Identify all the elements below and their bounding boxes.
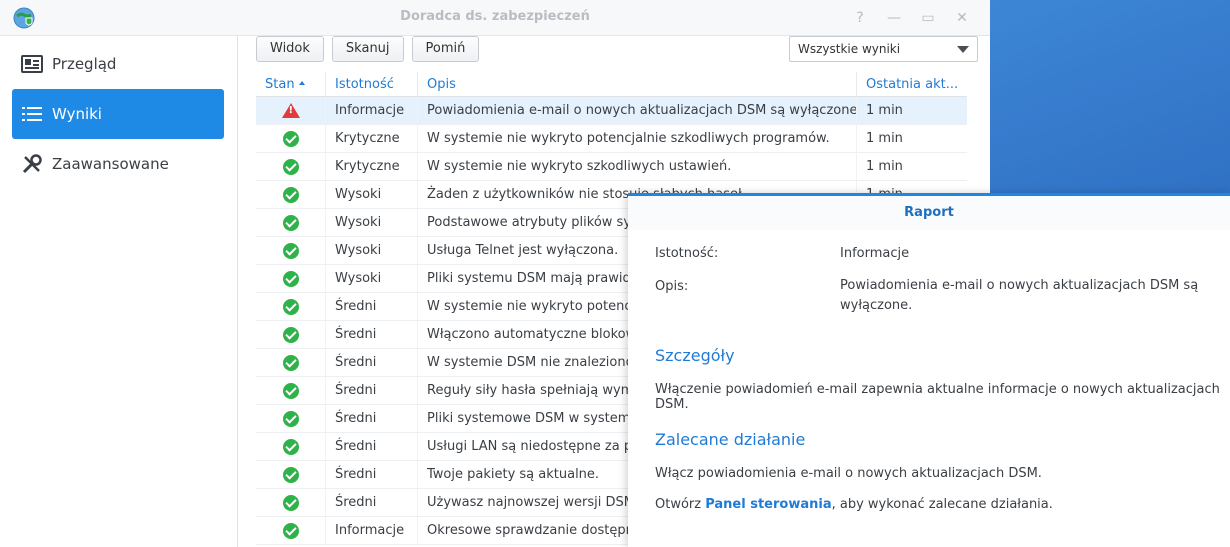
- sidebar-item-overview[interactable]: Przegląd: [12, 39, 224, 89]
- sidebar-item-label: Wyniki: [52, 105, 102, 123]
- severity-value: Informacje: [840, 246, 910, 261]
- skip-button[interactable]: Pomiń: [411, 36, 480, 62]
- severity-cell: Średni: [326, 293, 418, 320]
- ok-check-icon: [282, 298, 299, 315]
- ok-check-icon: [282, 242, 299, 259]
- severity-cell: Średni: [326, 405, 418, 432]
- description-label: Opis:: [655, 279, 689, 294]
- table-row[interactable]: InformacjePowiadomienia e-mail o nowych …: [256, 97, 967, 125]
- column-header-status[interactable]: Stan: [256, 72, 326, 96]
- severity-cell: Krytyczne: [326, 125, 418, 152]
- severity-cell: Średni: [326, 349, 418, 376]
- column-header-severity[interactable]: Istotność: [326, 72, 418, 96]
- view-button[interactable]: Widok: [256, 36, 324, 62]
- toolbar: Widok Skanuj Pomiń: [256, 36, 480, 62]
- control-panel-link[interactable]: Panel sterowania: [705, 497, 831, 512]
- ok-check-icon: [282, 214, 299, 231]
- chevron-down-icon: [957, 46, 969, 53]
- severity-cell: Informacje: [326, 517, 418, 544]
- ok-check-icon: [282, 326, 299, 343]
- recommended-action-text: Włącz powiadomienia e-mail o nowych aktu…: [655, 466, 1042, 481]
- ok-check-icon: [282, 158, 299, 175]
- severity-cell: Krytyczne: [326, 153, 418, 180]
- recommended-action-heading: Zalecane działanie: [655, 430, 806, 449]
- ok-check-icon: [282, 186, 299, 203]
- severity-cell: Średni: [326, 489, 418, 516]
- severity-cell: Średni: [326, 461, 418, 488]
- results-filter-select[interactable]: Wszystkie wyniki: [789, 36, 978, 62]
- close-icon[interactable]: ✕: [952, 9, 972, 27]
- last-check-cell: 1 min: [866, 159, 903, 174]
- window-title: Doradca ds. zabezpieczeń: [400, 9, 590, 24]
- sidebar-item-advanced[interactable]: Zaawansowane: [12, 139, 224, 189]
- severity-cell: Średni: [326, 321, 418, 348]
- severity-cell: Średni: [326, 433, 418, 460]
- column-header-description[interactable]: Opis: [418, 72, 857, 96]
- description-cell: Powiadomienia e-mail o nowych aktualizac…: [418, 97, 857, 124]
- table-header: Stan Istotność Opis Ostatnia akt...: [256, 72, 967, 97]
- severity-cell: Informacje: [326, 97, 418, 124]
- title-bar[interactable]: Doradca ds. zabezpieczeń ? — ▭ ✕: [0, 0, 990, 36]
- description-cell: W systemie nie wykryto szkodliwych ustaw…: [418, 153, 857, 180]
- ok-check-icon: [282, 410, 299, 427]
- list-icon: [20, 102, 44, 126]
- description-cell: W systemie nie wykryto potencjalnie szko…: [418, 125, 857, 152]
- details-heading: Szczegóły: [655, 346, 735, 365]
- details-text: Włączenie powiadomień e-mail zapewnia ak…: [655, 382, 1220, 412]
- ok-check-icon: [282, 438, 299, 455]
- table-row[interactable]: Krytyczne W systemie nie wykryto szkodliw…: [256, 153, 967, 181]
- last-check-cell: 1 min: [866, 103, 903, 118]
- column-header-last-check[interactable]: Ostatnia akt...: [857, 72, 967, 96]
- tools-icon: [20, 152, 44, 176]
- open-control-panel-text: Otwórz Panel sterowania, aby wykonać zal…: [655, 497, 1053, 512]
- severity-cell: Wysoki: [326, 209, 418, 236]
- overview-card-icon: [20, 52, 44, 76]
- sidebar-item-results[interactable]: Wyniki: [12, 89, 224, 139]
- table-row[interactable]: Krytyczne W systemie nie wykryto potencja…: [256, 125, 967, 153]
- minimize-icon[interactable]: —: [884, 9, 904, 27]
- ok-check-icon: [282, 270, 299, 287]
- ok-check-icon: [282, 466, 299, 483]
- severity-cell: Wysoki: [326, 181, 418, 208]
- scan-button[interactable]: Skanuj: [331, 36, 404, 62]
- last-check-cell: 1 min: [866, 131, 903, 146]
- maximize-icon[interactable]: ▭: [918, 9, 938, 27]
- ok-check-icon: [282, 130, 299, 147]
- ok-check-icon: [282, 354, 299, 371]
- ok-check-icon: [282, 382, 299, 399]
- sort-ascending-icon: [298, 81, 305, 85]
- severity-cell: Średni: [326, 377, 418, 404]
- severity-cell: Wysoki: [326, 265, 418, 292]
- ok-check-icon: [282, 494, 299, 511]
- severity-label: Istotność:: [655, 246, 719, 261]
- sidebar-item-label: Przegląd: [52, 55, 117, 73]
- sidebar: Przegląd Wyniki Zaawansowane: [0, 36, 238, 547]
- report-title: Raport: [628, 196, 1230, 230]
- report-panel: Raport Istotność: Informacje Opis: Powia…: [628, 193, 1230, 547]
- help-icon[interactable]: ?: [850, 9, 870, 27]
- warning-icon: [281, 103, 300, 118]
- sidebar-item-label: Zaawansowane: [52, 155, 169, 173]
- filter-value: Wszystkie wyniki: [798, 42, 901, 56]
- description-value: Powiadomienia e-mail o nowych aktualizac…: [840, 278, 1199, 313]
- ok-check-icon: [282, 522, 299, 539]
- severity-cell: Wysoki: [326, 237, 418, 264]
